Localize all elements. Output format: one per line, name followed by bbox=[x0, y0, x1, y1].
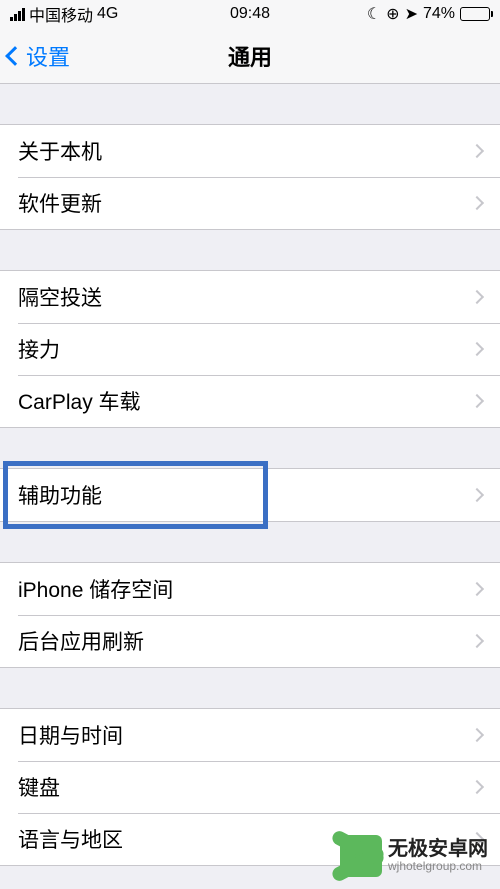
chevron-right-icon bbox=[470, 196, 484, 210]
carrier-label: 中国移动 bbox=[29, 2, 93, 26]
row-label: 键盘 bbox=[18, 772, 472, 802]
clock: 09:48 bbox=[230, 5, 270, 23]
nav-bar: 设置 通用 bbox=[0, 28, 500, 84]
chevron-right-icon bbox=[470, 394, 484, 408]
chevron-right-icon bbox=[470, 488, 484, 502]
row-label: 隔空投送 bbox=[18, 282, 472, 312]
settings-row[interactable]: iPhone 储存空间 bbox=[0, 563, 500, 615]
row-label: iPhone 储存空间 bbox=[18, 574, 472, 604]
status-right: ☾ ⊕ ➤ 74% bbox=[367, 4, 490, 24]
settings-row[interactable]: 接力 bbox=[0, 323, 500, 375]
settings-row[interactable]: 日期与时间 bbox=[0, 709, 500, 761]
chevron-right-icon bbox=[470, 144, 484, 158]
row-label: 后台应用刷新 bbox=[18, 626, 472, 656]
watermark-logo-icon bbox=[340, 835, 382, 877]
battery-pct: 74% bbox=[423, 5, 455, 23]
row-label: 辅助功能 bbox=[18, 480, 472, 510]
chevron-right-icon bbox=[470, 780, 484, 794]
settings-row[interactable]: CarPlay 车载 bbox=[0, 375, 500, 427]
settings-row[interactable]: 辅助功能 bbox=[0, 469, 500, 521]
battery-icon bbox=[460, 7, 490, 21]
settings-row[interactable]: 后台应用刷新 bbox=[0, 615, 500, 667]
watermark-sub: wjhotelgroup.com bbox=[388, 860, 488, 873]
settings-row[interactable]: 隔空投送 bbox=[0, 271, 500, 323]
chevron-right-icon bbox=[470, 290, 484, 304]
settings-row[interactable]: 软件更新 bbox=[0, 177, 500, 229]
chevron-right-icon bbox=[470, 582, 484, 596]
moon-icon: ☾ bbox=[367, 4, 381, 24]
row-label: 关于本机 bbox=[18, 136, 472, 166]
lock-rotation-icon: ⊕ bbox=[386, 4, 399, 24]
back-button[interactable]: 设置 bbox=[8, 28, 70, 83]
row-label: CarPlay 车载 bbox=[18, 386, 472, 416]
settings-list: 关于本机软件更新隔空投送接力 CarPlay 车载辅助功能 iPhone 储存空间后… bbox=[0, 124, 500, 866]
location-icon: ➤ bbox=[405, 4, 418, 24]
chevron-right-icon bbox=[470, 728, 484, 742]
settings-group: 关于本机软件更新 bbox=[0, 124, 500, 230]
chevron-right-icon bbox=[470, 342, 484, 356]
settings-group: 隔空投送接力 CarPlay 车载 bbox=[0, 270, 500, 428]
settings-row[interactable]: 键盘 bbox=[0, 761, 500, 813]
settings-group: iPhone 储存空间后台应用刷新 bbox=[0, 562, 500, 668]
settings-row[interactable]: 关于本机 bbox=[0, 125, 500, 177]
watermark: 无极安卓网 wjhotelgroup.com bbox=[340, 835, 488, 877]
row-label: 接力 bbox=[18, 334, 472, 364]
row-label: 日期与时间 bbox=[18, 720, 472, 750]
status-bar: 中国移动 4G 09:48 ☾ ⊕ ➤ 74% bbox=[0, 0, 500, 28]
back-label: 设置 bbox=[26, 40, 70, 72]
page-title: 通用 bbox=[228, 40, 272, 72]
chevron-right-icon bbox=[470, 634, 484, 648]
network-label: 4G bbox=[97, 5, 118, 23]
settings-group: 辅助功能 bbox=[0, 468, 500, 522]
chevron-left-icon bbox=[5, 46, 25, 66]
watermark-title: 无极安卓网 bbox=[388, 838, 488, 860]
status-left: 中国移动 4G bbox=[10, 2, 118, 26]
row-label: 软件更新 bbox=[18, 188, 472, 218]
signal-icon bbox=[10, 8, 25, 21]
